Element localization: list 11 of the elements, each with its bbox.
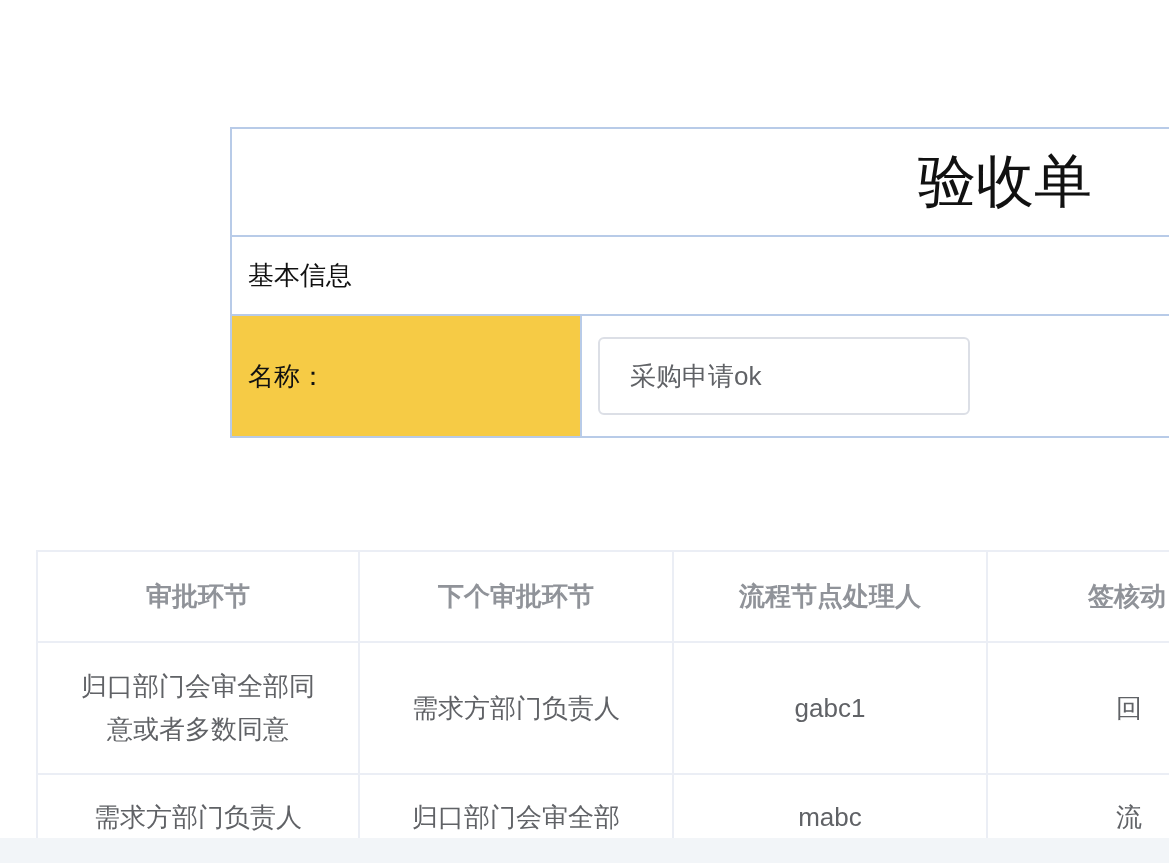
- column-header: 流程节点处理人: [673, 551, 987, 642]
- column-header: 签核动: [987, 551, 1169, 642]
- form-title: 验收单: [918, 147, 1092, 215]
- field-label-cell: 名称：: [232, 316, 582, 436]
- table-cell: gabc1: [673, 642, 987, 774]
- column-header: 审批环节: [37, 551, 359, 642]
- table-cell: 需求方部门负责人: [359, 642, 673, 774]
- column-header: 下个审批环节: [359, 551, 673, 642]
- section-heading: 基本信息: [248, 259, 352, 292]
- table-cell: 归口部门会审全部同意或者多数同意: [37, 642, 359, 774]
- input-field[interactable]: 采购申请ok: [598, 337, 970, 415]
